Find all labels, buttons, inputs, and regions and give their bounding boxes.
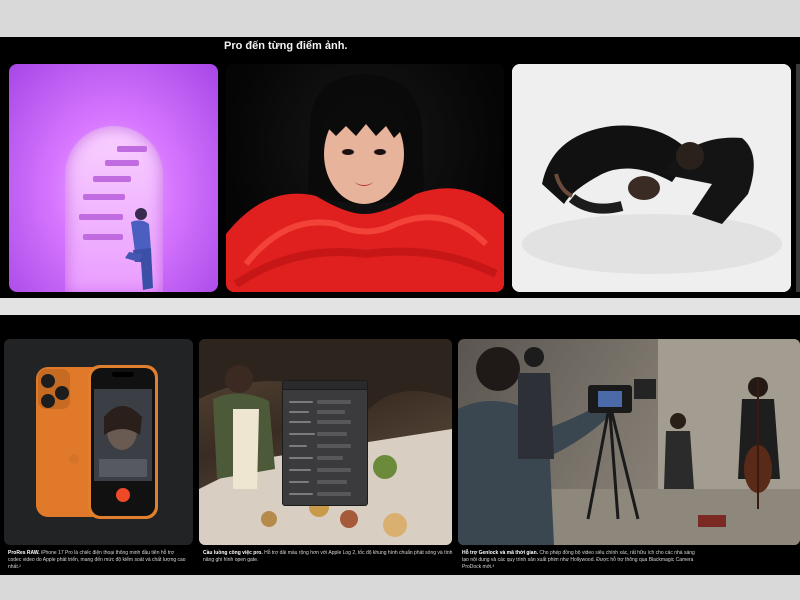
dialog-field[interactable] <box>317 492 351 496</box>
caption-title: Hỗ trợ Genlock và mã thời gian. <box>462 550 539 556</box>
stair-step <box>83 234 123 240</box>
dialog-field[interactable] <box>317 432 347 436</box>
workflow-card <box>199 339 452 545</box>
dialog-titlebar <box>283 381 367 390</box>
pose-illustration <box>512 64 791 292</box>
stair-step <box>79 214 123 220</box>
dialog-field[interactable] <box>317 468 351 472</box>
red-fur-portrait-photo <box>226 64 504 292</box>
dialog-label <box>289 411 309 413</box>
card-caption-genlock: Hỗ trợ Genlock và mã thời gian. Cho phép… <box>462 550 702 571</box>
stair-step <box>105 160 139 166</box>
seated-person-figure <box>125 208 153 290</box>
card-caption-workflow: Cầu luồng công việc pro. Hỗ trợ dải màu … <box>203 550 453 564</box>
dialog-label <box>289 433 315 435</box>
dialog-field[interactable] <box>317 400 351 404</box>
dialog-label <box>289 481 309 483</box>
caption-title: Cầu luồng công việc pro. <box>203 550 263 556</box>
next-photo-edge <box>796 64 800 292</box>
section-headline: Pro đến từng điểm ảnh. <box>224 40 348 52</box>
stair-step <box>117 146 147 152</box>
caption-title: ProRes RAW. <box>8 550 40 556</box>
dialog-label <box>289 401 313 403</box>
band-divider <box>0 298 800 315</box>
stair-step <box>93 176 131 182</box>
dialog-field[interactable] <box>317 410 345 414</box>
dialog-field[interactable] <box>317 420 351 424</box>
dialog-field[interactable] <box>317 444 351 448</box>
dialog-label <box>289 457 313 459</box>
dialog-field[interactable] <box>317 456 343 460</box>
page: Pro đến từng điểm ảnh. ProRes RAW. iPhon… <box>0 0 800 600</box>
dialog-field[interactable] <box>317 480 347 484</box>
portrait-illustration <box>226 74 504 292</box>
stair-step <box>83 194 125 200</box>
phone-illustration <box>36 365 158 519</box>
genlock-card <box>458 339 800 545</box>
bw-pose-photo <box>512 64 791 292</box>
dialog-label <box>289 445 307 447</box>
purple-staircase-photo <box>9 64 218 292</box>
prores-raw-card <box>4 339 193 545</box>
dialog-label <box>289 421 311 423</box>
dialog-label <box>289 469 311 471</box>
card-caption-prores: ProRes RAW. iPhone 17 Pro là chiếc điện … <box>8 550 188 571</box>
film-set-scene <box>458 339 800 545</box>
export-settings-dialog <box>282 380 368 506</box>
dialog-label <box>289 493 313 495</box>
